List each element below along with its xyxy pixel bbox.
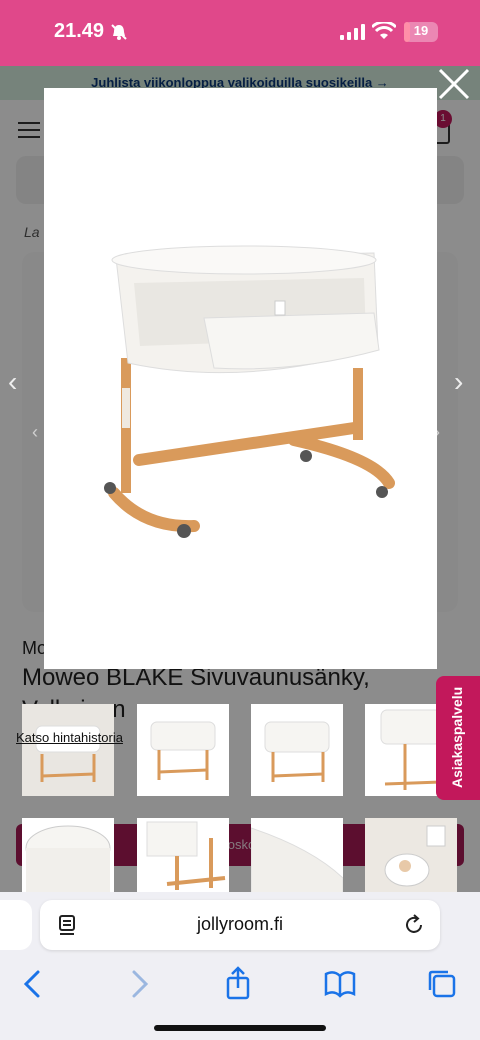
customer-service-tab[interactable]: Asiakaspalvelu: [436, 676, 480, 800]
clock: 21.49: [54, 20, 105, 42]
thumbnail-1[interactable]: [22, 704, 114, 796]
thumbnail-2[interactable]: [137, 704, 229, 796]
thumbnail-strip: [0, 700, 480, 911]
chevron-left-icon[interactable]: ‹: [8, 366, 17, 398]
tabs-icon[interactable]: [422, 964, 462, 1004]
chevron-right-icon[interactable]: ›: [454, 366, 463, 398]
home-indicator[interactable]: [154, 1025, 326, 1031]
price-history-link[interactable]: Katso hintahistoria: [16, 730, 123, 745]
thumbnail-3[interactable]: [251, 704, 343, 796]
forward-icon[interactable]: [118, 964, 158, 1004]
bassinet-image: [104, 245, 395, 538]
thumbnail-image: [150, 721, 216, 780]
battery-percent: 19: [413, 23, 429, 38]
address-bar[interactable]: jollyroom.fi: [40, 900, 440, 950]
close-icon[interactable]: [436, 66, 472, 102]
image-lightbox: [44, 88, 437, 669]
status-bar: 21.49 19: [0, 0, 480, 66]
reload-icon[interactable]: [402, 913, 426, 937]
bell-muted-icon: [111, 24, 127, 40]
thumbnail-image: [264, 721, 330, 782]
battery-indicator: 19: [404, 22, 438, 42]
back-icon[interactable]: [14, 964, 54, 1004]
previous-tab-peek[interactable]: [0, 900, 32, 950]
gallery-prev-icon[interactable]: ‹: [32, 422, 38, 443]
customer-service-label: Asiakaspalvelu: [449, 686, 465, 788]
book-icon[interactable]: [320, 964, 360, 1004]
cellular-signal-icon: [340, 24, 365, 40]
thumbnail-image: [35, 725, 101, 782]
wifi-icon: [372, 22, 396, 39]
url-text: jollyroom.fi: [196, 914, 284, 934]
share-icon[interactable]: [218, 964, 258, 1004]
